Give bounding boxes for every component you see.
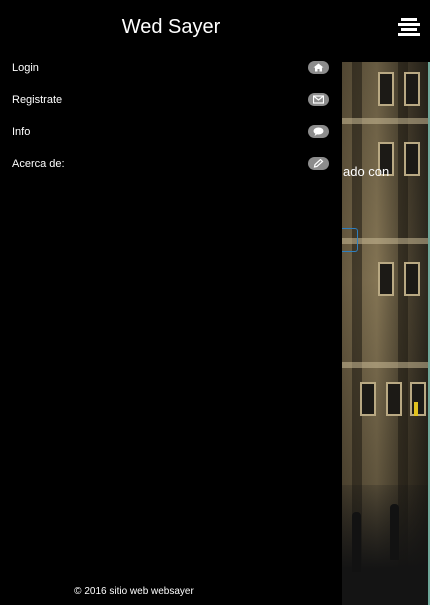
menu-item-login[interactable]: Login: [0, 54, 342, 86]
envelope-icon: [308, 93, 329, 106]
menu-item-label: Acerca de:: [12, 158, 65, 170]
footer-copyright: © 2016 sitio web websayer: [74, 586, 194, 597]
app-title: Wed Sayer: [121, 16, 221, 38]
menu-item-label: Login: [12, 62, 39, 74]
menu-item-info[interactable]: Info: [0, 118, 342, 150]
menu-item-label: Info: [12, 126, 31, 138]
hamburger-icon[interactable]: [398, 16, 420, 38]
menu-item-registrate[interactable]: Registrate: [0, 86, 342, 118]
speech-bubble-icon: [308, 125, 329, 138]
menu-item-label: Registrate: [12, 94, 63, 106]
home-icon: [308, 61, 329, 74]
background-partial-text: ado con: [343, 164, 390, 179]
menu-item-acerca-de[interactable]: Acerca de:: [0, 150, 342, 182]
side-drawer: Login Registrate Info Acerca de: © 2016 …: [0, 44, 342, 605]
pencil-icon: [308, 157, 329, 170]
